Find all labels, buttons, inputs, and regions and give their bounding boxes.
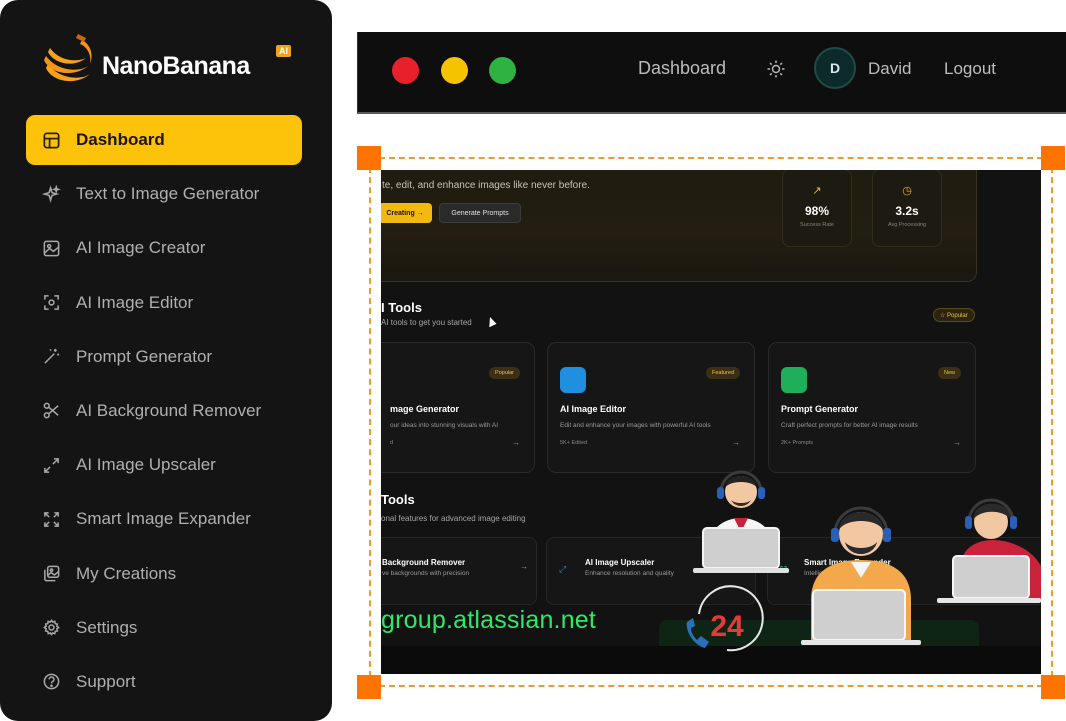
support-agent-center — [801, 506, 921, 645]
sidebar-item-prompt-generator[interactable]: Prompt Generator — [26, 332, 302, 382]
sidebar-item-support[interactable]: Support — [26, 657, 302, 707]
resize-handle-bottom-left[interactable] — [357, 675, 381, 699]
sidebar-item-label: AI Background Remover — [76, 400, 262, 420]
brand-ai-badge: AI — [276, 45, 291, 57]
sidebar-item-label: Smart Image Expander — [76, 509, 251, 529]
sidebar-item-ai-background-remover[interactable]: AI Background Remover — [26, 386, 302, 436]
top-bar: Dashboard D David Logout — [357, 32, 1066, 114]
sidebar-item-label: My Creations — [76, 563, 177, 583]
brand-name: NanoBanana — [102, 52, 250, 80]
sidebar-item-label: Settings — [76, 617, 138, 637]
sparkles-icon — [40, 183, 62, 205]
topbar-dashboard-link[interactable]: Dashboard — [638, 58, 726, 79]
layout-icon — [40, 129, 62, 151]
image-icon — [40, 237, 62, 259]
sidebar-item-label: Dashboard — [76, 130, 165, 149]
expand-arrows-icon — [40, 454, 62, 476]
sidebar-item-label: AI Image Editor — [76, 292, 194, 312]
dashboard-screenshot: te, edit, and enhance images like never … — [381, 170, 1041, 674]
sidebar-item-ai-image-editor[interactable]: AI Image Editor — [26, 278, 302, 328]
sidebar-item-settings[interactable]: Settings — [26, 603, 302, 653]
scan-icon — [40, 292, 62, 314]
sidebar: NanoBanana AI Dashboard Text to Image Ge… — [0, 0, 332, 721]
banana-logo-icon — [44, 34, 92, 82]
sidebar-item-text-to-image[interactable]: Text to Image Generator — [26, 169, 302, 219]
support-agents-illustration: 24 — [686, 470, 1041, 652]
sidebar-item-label: Prompt Generator — [76, 346, 213, 366]
magic-wand-icon — [40, 346, 62, 368]
window-maximize-dot[interactable] — [489, 57, 516, 84]
expand-corners-icon — [40, 508, 62, 530]
sidebar-item-dashboard[interactable]: Dashboard — [26, 115, 302, 165]
sidebar-item-label: AI Image Creator — [76, 238, 206, 258]
resize-handle-top-left[interactable] — [357, 146, 381, 170]
support-number: 24 — [710, 610, 744, 643]
sun-icon[interactable] — [766, 59, 786, 79]
logout-button[interactable]: Logout — [944, 59, 996, 79]
sidebar-item-label: Support — [76, 671, 136, 691]
sidebar-item-smart-image-expander[interactable]: Smart Image Expander — [26, 494, 302, 544]
window-close-dot[interactable] — [392, 57, 419, 84]
user-name: David — [868, 59, 912, 78]
sidebar-item-ai-image-creator[interactable]: AI Image Creator — [26, 223, 302, 273]
sidebar-item-label: AI Image Upscaler — [76, 455, 216, 475]
sidebar-item-label: Text to Image Generator — [76, 184, 260, 204]
gallery-icon — [40, 563, 62, 585]
help-circle-icon — [40, 671, 62, 693]
resize-handle-top-right[interactable] — [1041, 146, 1065, 170]
gear-icon — [40, 617, 62, 639]
sidebar-item-ai-image-upscaler[interactable]: AI Image Upscaler — [26, 440, 302, 490]
sidebar-item-my-creations[interactable]: My Creations — [26, 549, 302, 599]
resize-handle-bottom-right[interactable] — [1041, 675, 1065, 699]
support-agent-right — [937, 498, 1041, 603]
sidebar-nav: Dashboard Text to Image Generator AI Ima… — [26, 115, 302, 711]
brand-logo[interactable]: NanoBanana AI — [38, 30, 298, 92]
support-agent-left — [693, 470, 789, 573]
scissors-icon — [40, 400, 62, 422]
avatar[interactable]: D — [814, 47, 856, 89]
window-minimize-dot[interactable] — [441, 57, 468, 84]
